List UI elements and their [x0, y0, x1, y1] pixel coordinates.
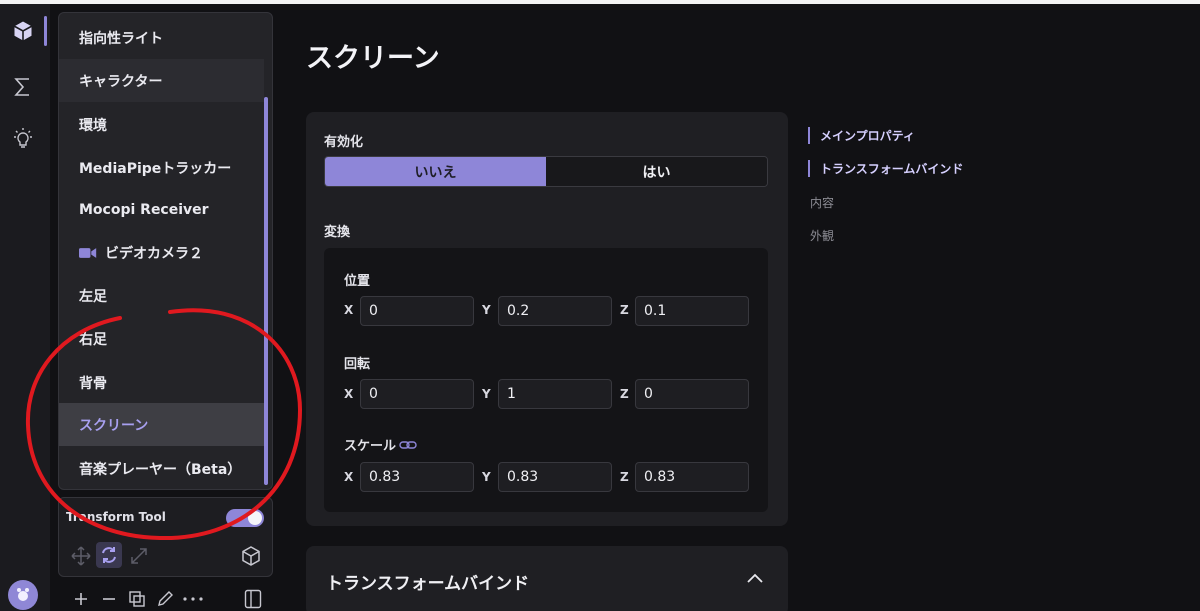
axis-y-label: Y — [482, 303, 491, 317]
position-z-field[interactable]: 0.1 — [635, 296, 749, 326]
list-item-label: 左足 — [79, 288, 107, 305]
scale-label: スケール — [344, 439, 397, 454]
list-item-selected[interactable]: スクリーン — [59, 403, 264, 446]
list-item-label: 背骨 — [79, 375, 107, 392]
rotation-z-field[interactable]: 0 — [635, 379, 749, 409]
list-item-label: 右足 — [79, 331, 107, 348]
list-item-label: キャラクター — [79, 73, 163, 90]
list-item[interactable]: 指向性ライト — [59, 16, 264, 59]
axis-y-label: Y — [482, 387, 491, 401]
list-item-label: スクリーン — [79, 417, 149, 434]
list-item-label: 環境 — [79, 117, 107, 134]
chevron-up-icon[interactable] — [745, 570, 765, 586]
rail-active-indicator — [44, 16, 47, 46]
list-item-label: 指向性ライト — [79, 30, 163, 47]
axis-z-label: Z — [620, 470, 629, 484]
scale-x-field[interactable]: 0.83 — [360, 462, 474, 492]
edit-icon[interactable] — [154, 588, 176, 610]
video-camera-icon — [79, 246, 97, 260]
enable-segmented-control: いいえ はい — [324, 156, 768, 187]
list-item[interactable]: ビデオカメラ２ — [59, 231, 264, 274]
enable-no-button[interactable]: いいえ — [325, 157, 546, 186]
toc-item-appearance[interactable]: 外観 — [808, 227, 834, 244]
scale-label-row: スケール — [344, 435, 417, 455]
enable-label: 有効化 — [324, 135, 364, 150]
scale-icon[interactable] — [126, 543, 152, 569]
list-item[interactable]: 左足 — [59, 274, 264, 317]
scale-z-field[interactable]: 0.83 — [635, 462, 749, 492]
list-item-label: 音楽プレーヤー（Beta） — [79, 461, 242, 478]
transform-tool-label: Transform Tool — [66, 510, 166, 524]
toc-item-main-properties[interactable]: メインプロパティ — [808, 127, 915, 144]
list-item[interactable]: Mocopi Receiver — [59, 188, 264, 231]
left-icon-rail — [0, 4, 50, 611]
list-scrollbar-thumb[interactable] — [264, 97, 268, 485]
list-item-label: MediaPipeトラッカー — [79, 160, 232, 177]
sigma-icon[interactable] — [8, 72, 38, 102]
rotate-icon[interactable] — [96, 542, 122, 568]
axis-x-label: X — [344, 303, 354, 317]
axis-z-label: Z — [620, 387, 629, 401]
list-item[interactable]: 音楽プレーヤー（Beta） — [59, 447, 264, 489]
rotation-x-field[interactable]: 0 — [360, 379, 474, 409]
axis-y-label: Y — [482, 470, 491, 484]
axis-x-label: X — [344, 470, 354, 484]
position-x-field[interactable]: 0 — [360, 296, 474, 326]
lightbulb-icon[interactable] — [8, 124, 38, 154]
add-icon[interactable] — [70, 588, 92, 610]
avatar[interactable] — [8, 580, 38, 610]
toc-item-content[interactable]: 内容 — [808, 194, 834, 211]
list-item[interactable]: MediaPipeトラッカー — [59, 146, 264, 189]
transform-tool-toggle[interactable] — [226, 509, 264, 527]
list-item[interactable]: 右足 — [59, 317, 264, 360]
enable-yes-button[interactable]: はい — [546, 157, 767, 186]
position-label: 位置 — [344, 274, 371, 289]
list-item[interactable]: キャラクター — [59, 59, 264, 102]
more-icon[interactable] — [182, 588, 204, 610]
move-icon[interactable] — [68, 543, 94, 569]
rotation-y-field[interactable]: 1 — [498, 379, 612, 409]
axis-z-label: Z — [620, 303, 629, 317]
page-title: スクリーン — [306, 43, 440, 74]
scale-y-field[interactable]: 0.83 — [498, 462, 612, 492]
panel-toggle-icon[interactable] — [242, 588, 264, 610]
duplicate-icon[interactable] — [126, 588, 148, 610]
position-y-field[interactable]: 0.2 — [498, 296, 612, 326]
list-item[interactable]: 背骨 — [59, 361, 264, 404]
entity-dropdown-list: 指向性ライト キャラクター 環境 MediaPipeトラッカー Mocopi R… — [58, 12, 273, 490]
link-icon[interactable] — [399, 439, 417, 455]
transform-bind-title: トランスフォームバインド — [326, 574, 530, 594]
window-top-edge — [0, 0, 1200, 4]
axis-x-label: X — [344, 387, 354, 401]
list-item-label: Mocopi Receiver — [79, 201, 209, 218]
scene-cube-icon[interactable] — [8, 16, 38, 46]
remove-icon[interactable] — [98, 588, 120, 610]
rotation-label: 回転 — [344, 357, 371, 372]
cube-outline-icon[interactable] — [238, 543, 264, 569]
toggle-knob — [248, 511, 262, 525]
list-item-label: ビデオカメラ２ — [105, 245, 203, 262]
list-item[interactable]: 環境 — [59, 103, 264, 146]
transform-label: 変換 — [324, 225, 351, 240]
toc-item-transform-bind[interactable]: トランスフォームバインド — [808, 160, 963, 177]
